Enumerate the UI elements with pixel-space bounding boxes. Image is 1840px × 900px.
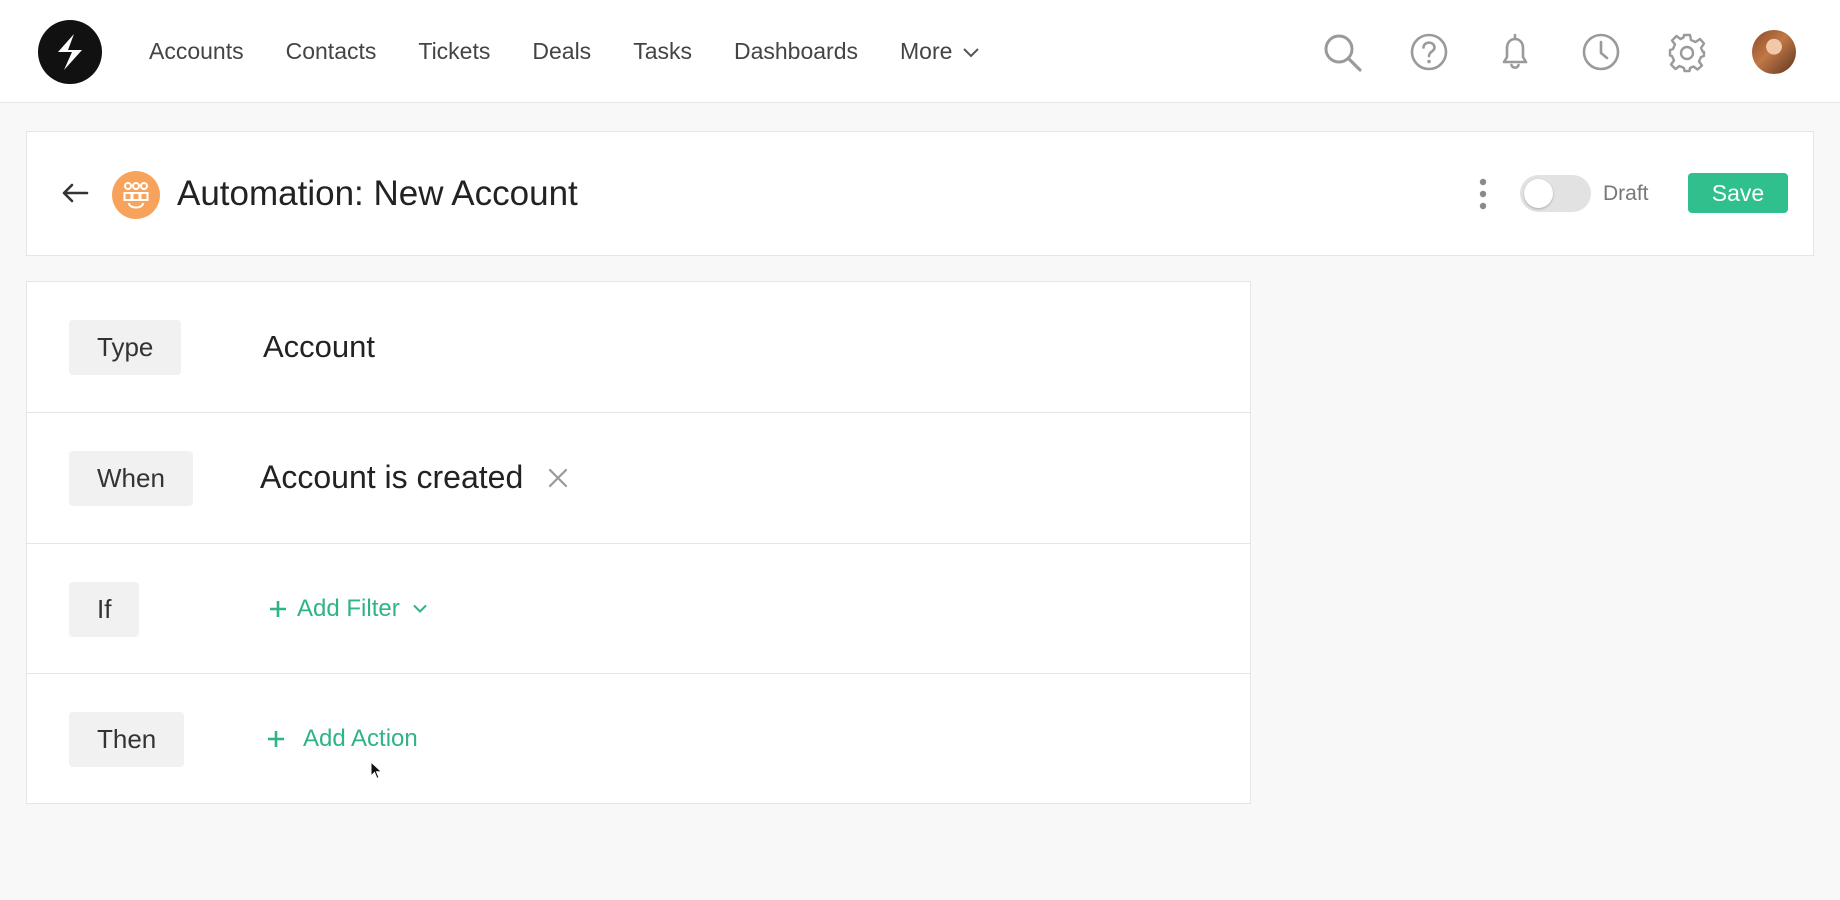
chevron-down-icon	[963, 47, 980, 57]
add-action-button[interactable]: Add Action	[267, 674, 418, 804]
close-icon[interactable]	[547, 467, 569, 489]
nav-item-accounts[interactable]: Accounts	[149, 38, 244, 65]
nav-item-tasks[interactable]: Tasks	[633, 38, 692, 65]
plus-icon	[268, 731, 284, 748]
automation-icon	[112, 171, 160, 219]
history-icon[interactable]	[1580, 31, 1622, 73]
nav-item-deals[interactable]: Deals	[532, 38, 591, 65]
automation-header: Automation: New Account Draft Save	[26, 131, 1814, 256]
rule-row-type: Type Account	[27, 282, 1250, 413]
nav-item-more[interactable]: More	[900, 38, 980, 65]
when-label: When	[69, 450, 193, 506]
mouse-cursor-icon	[370, 761, 383, 780]
when-value: Account is created	[260, 459, 524, 496]
gear-icon[interactable]	[1666, 31, 1708, 73]
add-filter-label: Add Filter	[297, 594, 400, 622]
app-logo[interactable]	[38, 20, 102, 84]
rule-row-then: Then Add Action	[27, 674, 1250, 805]
main-nav: Accounts Contacts Tickets Deals Tasks Da…	[149, 0, 1022, 103]
plus-icon	[270, 600, 286, 617]
automation-rule: Type Account When Account is created If …	[26, 281, 1251, 804]
status-label: Draft	[1603, 182, 1649, 205]
add-action-label: Add Action	[303, 725, 418, 753]
nav-item-contacts[interactable]: Contacts	[286, 38, 377, 65]
help-icon[interactable]	[1408, 31, 1450, 73]
page-title: Automation: New Account	[177, 174, 578, 213]
kebab-icon[interactable]	[1475, 177, 1491, 211]
toggle-knob	[1524, 179, 1553, 208]
if-label: If	[69, 581, 140, 637]
rule-row-if: If Add Filter	[27, 544, 1250, 675]
search-icon[interactable]	[1321, 31, 1363, 73]
user-avatar[interactable]	[1752, 30, 1796, 74]
save-button[interactable]: Save	[1688, 173, 1788, 213]
status-toggle[interactable]	[1520, 175, 1591, 212]
type-value: Account	[263, 329, 376, 364]
chevron-down-icon	[412, 604, 427, 613]
nav-item-dashboards[interactable]: Dashboards	[734, 38, 858, 65]
type-label: Type	[69, 320, 182, 375]
back-arrow-icon[interactable]	[59, 177, 91, 209]
add-filter-button[interactable]: Add Filter	[269, 544, 428, 674]
rule-row-when: When Account is created	[27, 413, 1250, 544]
top-navigation: Accounts Contacts Tickets Deals Tasks Da…	[0, 0, 1840, 103]
then-label: Then	[69, 712, 185, 768]
nav-item-tickets[interactable]: Tickets	[418, 38, 490, 65]
bell-icon[interactable]	[1494, 31, 1536, 73]
when-trigger: Account is created	[260, 413, 569, 543]
